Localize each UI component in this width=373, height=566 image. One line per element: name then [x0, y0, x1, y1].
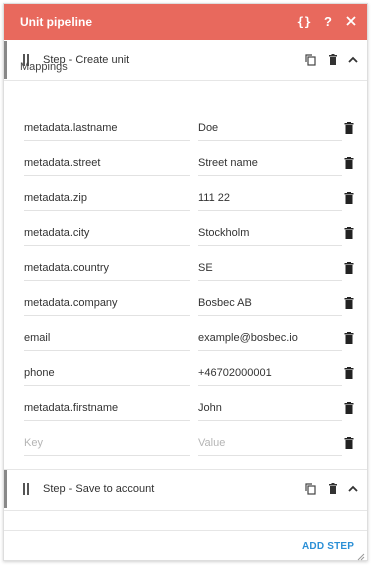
delete-mapping-icon[interactable]: [344, 402, 354, 414]
mapping-value-input[interactable]: Bosbec AB: [198, 289, 342, 316]
footer-divider: [4, 530, 367, 531]
mapping-row: metadata.city Stockholm: [4, 219, 367, 254]
mapping-row: metadata.firstname John: [4, 394, 367, 429]
duplicate-icon[interactable]: [304, 482, 318, 496]
mapping-key-input[interactable]: email: [24, 324, 190, 351]
delete-mapping-icon[interactable]: [344, 332, 354, 344]
mappings-label: Mappings: [20, 61, 68, 73]
mapping-value-input[interactable]: SE: [198, 254, 342, 281]
close-icon[interactable]: [342, 13, 360, 31]
delete-step-icon[interactable]: [326, 482, 340, 496]
mapping-row: metadata.street Street name: [4, 149, 367, 184]
delete-mapping-icon[interactable]: [344, 192, 354, 204]
resize-handle-icon[interactable]: [357, 552, 365, 561]
add-step-button[interactable]: ADD STEP: [302, 541, 354, 552]
new-key-input[interactable]: Key: [24, 429, 190, 456]
step-header-create-unit[interactable]: Step - Create unit: [4, 41, 367, 79]
panel-title: Unit pipeline: [20, 15, 92, 29]
mapping-value-input[interactable]: 111 22: [198, 184, 342, 211]
mapping-key-input[interactable]: metadata.city: [24, 219, 190, 246]
step-header-save-to-account[interactable]: Step - Save to account: [4, 470, 367, 508]
mapping-row: metadata.lastname Doe: [4, 114, 367, 149]
mapping-row: metadata.country SE: [4, 254, 367, 289]
mapping-key-input[interactable]: metadata.zip: [24, 184, 190, 211]
collapse-chevron-icon[interactable]: [346, 482, 360, 496]
mapping-row: phone +46702000001: [4, 359, 367, 394]
mapping-key-input[interactable]: metadata.street: [24, 149, 190, 176]
mapping-row: metadata.company Bosbec AB: [4, 289, 367, 324]
step-title: Step - Save to account: [43, 483, 155, 495]
new-mapping-row: Key Value: [4, 429, 367, 464]
mapping-value-input[interactable]: Stockholm: [198, 219, 342, 246]
delete-mapping-icon[interactable]: [344, 227, 354, 239]
mapping-value-input[interactable]: example@bosbec.io: [198, 324, 342, 351]
mapping-key-input[interactable]: metadata.lastname: [24, 114, 190, 141]
delete-step-icon[interactable]: [326, 53, 340, 67]
pipeline-panel: Unit pipeline {} ? Step - Create unit Ma…: [3, 3, 368, 561]
mapping-key-input[interactable]: metadata.country: [24, 254, 190, 281]
delete-mapping-icon[interactable]: [344, 297, 354, 309]
delete-mapping-icon[interactable]: [344, 437, 354, 449]
divider: [4, 80, 367, 81]
delete-mapping-icon[interactable]: [344, 122, 354, 134]
drag-handle-icon[interactable]: [23, 483, 29, 495]
duplicate-icon[interactable]: [304, 53, 318, 67]
help-icon[interactable]: ?: [319, 13, 337, 31]
collapse-chevron-icon[interactable]: [346, 53, 360, 67]
code-icon[interactable]: {}: [295, 13, 313, 31]
mapping-key-input[interactable]: metadata.company: [24, 289, 190, 316]
mapping-value-input[interactable]: Street name: [198, 149, 342, 176]
mapping-row: email example@bosbec.io: [4, 324, 367, 359]
divider: [4, 510, 367, 511]
mapping-value-input[interactable]: +46702000001: [198, 359, 342, 386]
new-value-input[interactable]: Value: [198, 429, 342, 456]
mapping-value-input[interactable]: John: [198, 394, 342, 421]
panel-header: Unit pipeline {} ?: [4, 4, 367, 40]
delete-mapping-icon[interactable]: [344, 262, 354, 274]
delete-mapping-icon[interactable]: [344, 367, 354, 379]
mapping-key-input[interactable]: phone: [24, 359, 190, 386]
mapping-row: metadata.zip 111 22: [4, 184, 367, 219]
mapping-value-input[interactable]: Doe: [198, 114, 342, 141]
delete-mapping-icon[interactable]: [344, 157, 354, 169]
mapping-key-input[interactable]: metadata.firstname: [24, 394, 190, 421]
